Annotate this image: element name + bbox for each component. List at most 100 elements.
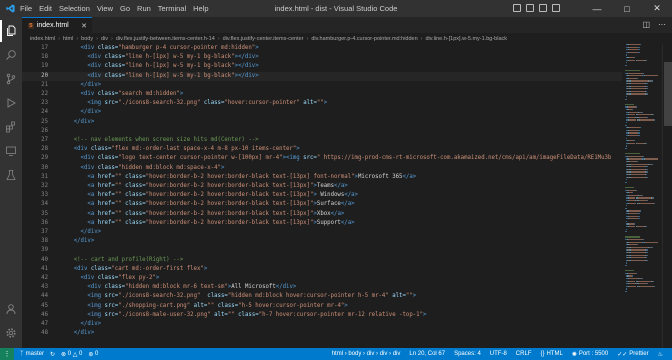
code-line[interactable]: 38 </div> (22, 237, 622, 246)
explorer-icon[interactable] (0, 20, 22, 42)
breadcrumb-item[interactable]: div.flex.justify-center.items-center (223, 36, 304, 42)
toggle-panel-icon[interactable] (526, 4, 534, 12)
code-token: <img (87, 293, 105, 300)
code-editor[interactable]: 17 <div class="hamburger p-4 cursor-poin… (22, 44, 622, 348)
code-line[interactable]: 34 <a href="" class="hover:border-b-2 ho… (22, 200, 622, 209)
code-line[interactable]: 48 </div> (22, 329, 622, 338)
settings-gear-icon[interactable] (0, 322, 22, 344)
code-line[interactable]: 40 <!-- cart and profile(Right) --> (22, 256, 622, 265)
code-line[interactable]: 22 <div class="search md:hidden"> (22, 90, 622, 99)
code-token: class= (125, 219, 146, 226)
branch-status[interactable]: ᛉ master (20, 351, 44, 357)
maximize-icon[interactable]: □ (612, 0, 642, 17)
accounts-icon[interactable] (0, 298, 22, 320)
code-line[interactable]: 41 <div class="cart md:-order-first flex… (22, 265, 622, 274)
problems-status[interactable]: ⊗ 0 △ 0 (61, 351, 82, 358)
minimap[interactable] (622, 44, 662, 348)
code-line[interactable]: 35 <a href="" class="hover:border-b-2 ho… (22, 210, 622, 219)
menu-item-view[interactable]: View (97, 4, 113, 13)
menu-item-file[interactable]: File (20, 4, 32, 13)
code-line[interactable]: 28 <div class="flex md:-order-last space… (22, 145, 622, 154)
breadcrumb-item[interactable]: div.line.h-[1px].w-5.my-1.bg-black (426, 36, 508, 42)
code-line[interactable]: 45 <img src="./shopping-cart.png" alt=""… (22, 302, 622, 311)
code-line[interactable]: 47 </div> (22, 320, 622, 329)
minimap-line (628, 155, 644, 157)
braces-icon: {} (540, 351, 545, 357)
extensions-icon[interactable] (0, 116, 22, 138)
language-mode[interactable]: {} HTML (540, 351, 562, 357)
menu-item-go[interactable]: Go (120, 4, 130, 13)
close-tab-icon[interactable]: ✕ (81, 22, 87, 30)
minimap-line (646, 174, 648, 176)
line-code: </div> (60, 118, 95, 127)
breadcrumb-item[interactable]: div (101, 36, 108, 42)
toggle-secondary-sidebar-icon[interactable] (539, 4, 547, 12)
code-line[interactable]: 36 <a href="" class="hover:border-b-2 ho… (22, 219, 622, 228)
code-line[interactable]: 43 <div class="hidden md:block mr-6 text… (22, 283, 622, 292)
minimap-line (628, 272, 636, 274)
breadcrumb-separator-icon: › (306, 35, 309, 42)
code-line[interactable]: 42 <div class="flex py-2"> (22, 274, 622, 283)
code-line[interactable]: 32 <a href="" class="hover:border-b-2 ho… (22, 182, 622, 191)
split-editor-icon[interactable]: ◫ (642, 20, 650, 29)
code-line[interactable]: 30 <div class="hidden md:block md:space-… (22, 164, 622, 173)
minimize-icon[interactable]: — (582, 0, 612, 17)
remote-explorer-icon[interactable] (0, 140, 22, 162)
code-line[interactable]: 26 (22, 127, 622, 136)
customize-layout-icon[interactable] (552, 4, 560, 12)
menu-item-terminal[interactable]: Terminal (158, 4, 186, 13)
code-line[interactable]: 17 <div class="hamburger p-4 cursor-poin… (22, 44, 622, 53)
breadcrumb-item[interactable]: html (63, 36, 73, 42)
tab-index-html[interactable]: 5 index.html ✕ (22, 17, 92, 33)
testing-icon[interactable] (0, 164, 22, 186)
run-debug-icon[interactable] (0, 92, 22, 114)
code-line[interactable]: 18 <div class="line h-[1px] w-5 my-1 bg-… (22, 53, 622, 62)
code-line[interactable]: 20 <div class="line h-[1px] w-5 my-1 bg-… (22, 71, 622, 81)
notifications-bell-icon[interactable]: ♨ (658, 351, 663, 358)
code-line[interactable]: 46 <img src="./icons8-male-user-32.png" … (22, 311, 622, 320)
code-line[interactable]: 37 </div> (22, 228, 622, 237)
scrollbar-thumb[interactable] (664, 62, 672, 126)
breadcrumb-item[interactable]: index.html (30, 36, 55, 42)
code-line[interactable]: 29 <div class="logo text-center cursor-p… (22, 154, 622, 163)
code-line[interactable]: 39 (22, 246, 622, 255)
code-line[interactable]: 44 <img src="./icons8-search-32.png" cla… (22, 292, 622, 301)
toggle-primary-sidebar-icon[interactable] (513, 4, 521, 12)
close-icon[interactable]: ✕ (642, 0, 672, 17)
prettier-status[interactable]: ✓✓ Prettier (617, 351, 648, 358)
breadcrumb-item[interactable]: body (81, 36, 93, 42)
code-line[interactable]: 27 <!-- nav elements when screen size hi… (22, 136, 622, 145)
minimap-line (638, 213, 641, 215)
code-line[interactable]: 33 <a href="" class="hover:border-b-2 ho… (22, 191, 622, 200)
ports-status[interactable]: ⊛ 0 (88, 351, 98, 358)
search-icon[interactable] (0, 44, 22, 66)
menu-item-run[interactable]: Run (137, 4, 151, 13)
minimap-line (638, 49, 641, 51)
live-server-port[interactable]: ✺ Port : 5500 (572, 351, 608, 358)
code-line[interactable]: 25 </div> (22, 118, 622, 127)
element-path[interactable]: html › body › div › div › div (332, 351, 401, 357)
broadcast-icon: ✺ (571, 351, 577, 358)
code-line[interactable]: 23 <img src="./icons8-search-32.png" cla… (22, 99, 622, 108)
menu-item-help[interactable]: Help (193, 4, 208, 13)
code-line[interactable]: 21 </div> (22, 81, 622, 90)
breadcrumb-item[interactable]: div.hamburger.p-4.cursor-pointer.md:hidd… (311, 36, 417, 42)
title-bar: File Edit Selection View Go Run Terminal Help i… (0, 0, 672, 17)
more-actions-icon[interactable]: ⋯ (658, 20, 666, 29)
menu-item-edit[interactable]: Edit (39, 4, 52, 13)
cursor-position[interactable]: Ln 20, Col 67 (409, 351, 445, 357)
indentation[interactable]: Spaces: 4 (454, 351, 481, 357)
code-line[interactable]: 31 <a href="" class="hover:border-b-2 ho… (22, 173, 622, 182)
encoding[interactable]: UTF-8 (490, 351, 507, 357)
source-control-icon[interactable] (0, 68, 22, 90)
code-token: "search md:hidden" (118, 91, 180, 97)
remote-indicator-icon[interactable]: ⋮ (0, 348, 14, 360)
code-line[interactable]: 19 <div class="line h-[1px] w-5 my-1 bg-… (22, 62, 622, 71)
vertical-scrollbar[interactable] (662, 44, 672, 348)
sync-icon[interactable]: ↻ (50, 351, 55, 358)
breadcrumb-item[interactable]: div.flex.justify-between.items-center.h-… (116, 36, 215, 42)
end-of-line[interactable]: CRLF (516, 351, 532, 357)
code-line[interactable]: 24 </div> (22, 108, 622, 117)
menu-item-selection[interactable]: Selection (59, 4, 90, 13)
